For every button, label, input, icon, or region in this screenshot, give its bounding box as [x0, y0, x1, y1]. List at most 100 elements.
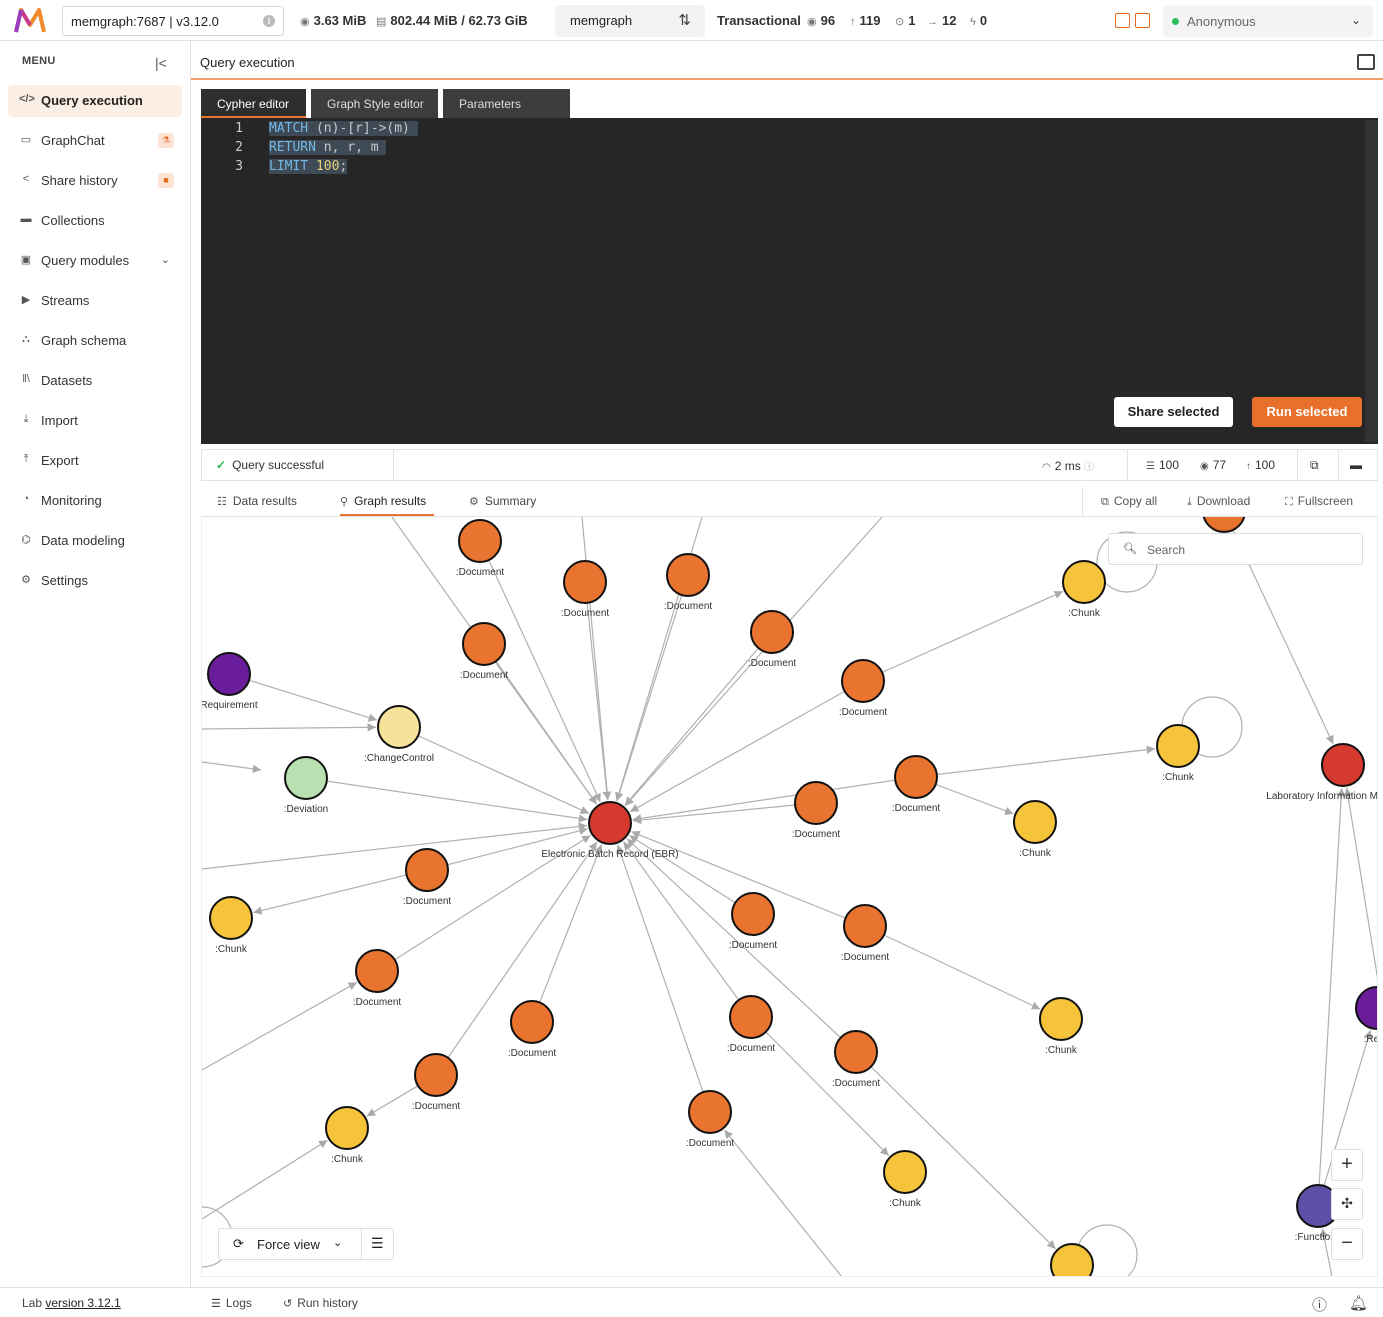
- graph-node[interactable]: :Document: [412, 1053, 461, 1112]
- graph-node[interactable]: :Document: [841, 904, 890, 963]
- node-circle[interactable]: [355, 949, 399, 993]
- tab-graph-style-editor[interactable]: Graph Style editor: [311, 89, 438, 118]
- copy-icon[interactable]: ⧉: [1310, 458, 1319, 473]
- sidebar-item-query-modules[interactable]: ▣ Query modules ⌄: [8, 245, 182, 277]
- graph-node[interactable]: :Chunk: [1156, 724, 1200, 783]
- node-circle[interactable]: [688, 1090, 732, 1134]
- memgraph-logo[interactable]: [13, 7, 47, 34]
- node-circle[interactable]: [563, 560, 607, 604]
- node-circle[interactable]: [894, 755, 938, 799]
- graph-edge[interactable]: [398, 726, 590, 815]
- view-mode-selector[interactable]: ⟳ Force view ⌄ ☰: [218, 1228, 394, 1260]
- graph-edge[interactable]: [202, 822, 588, 870]
- maximize-icon[interactable]: [1357, 54, 1375, 70]
- graph-node[interactable]: :Requ: [1355, 986, 1378, 1045]
- graph-edge[interactable]: [623, 841, 752, 1018]
- folder-icon[interactable]: ▬: [1350, 458, 1362, 472]
- graph-node[interactable]: Electronic Batch Record (EBR): [541, 801, 679, 860]
- graph-edge[interactable]: [1317, 787, 1346, 1207]
- node-circle[interactable]: [1062, 560, 1106, 604]
- editor-scrollbar[interactable]: [1365, 120, 1378, 442]
- graph-edge[interactable]: [632, 776, 917, 823]
- version-link[interactable]: version 3.12.1: [45, 1296, 120, 1310]
- graph-node[interactable]: :Document: [748, 610, 797, 669]
- graph-node[interactable]: :Chunk: [883, 1150, 927, 1209]
- graph-node[interactable]: :Document: [664, 553, 713, 612]
- sidebar-item-export[interactable]: ⤒ Export: [8, 445, 182, 477]
- node-circle[interactable]: [458, 519, 502, 563]
- run-history-button[interactable]: ↺ Run history: [283, 1296, 358, 1310]
- graph-node[interactable]: :Chunk: [1039, 997, 1083, 1056]
- graph-edge[interactable]: [915, 745, 1156, 778]
- graph-node[interactable]: :Chunk: [1013, 800, 1057, 859]
- node-circle[interactable]: [843, 904, 887, 948]
- cypher-editor[interactable]: 1 2 3 MATCH (n)-[r]->(m) RETURN n, r, m …: [201, 118, 1378, 444]
- node-circle[interactable]: [666, 553, 710, 597]
- node-circle[interactable]: [883, 1150, 927, 1194]
- graph-node[interactable]: :Document: [508, 1000, 557, 1059]
- node-circle[interactable]: [1202, 517, 1246, 533]
- node-circle[interactable]: [209, 896, 253, 940]
- graph-node[interactable]: :ChangeControl: [364, 705, 434, 764]
- node-circle[interactable]: [588, 801, 632, 845]
- graph-edge[interactable]: [864, 925, 1041, 1010]
- graph-node[interactable]: [1202, 517, 1246, 533]
- node-circle[interactable]: [207, 652, 251, 696]
- sidebar-item-collections[interactable]: ▬ Collections: [8, 205, 182, 237]
- graph-node[interactable]: :Document: [839, 659, 888, 718]
- graph-node[interactable]: :Document: [561, 560, 610, 619]
- graph-node[interactable]: :Document: [792, 781, 841, 840]
- graph-edge[interactable]: [581, 517, 612, 801]
- node-circle[interactable]: [731, 892, 775, 936]
- share-selected-button[interactable]: Share selected: [1114, 397, 1233, 427]
- graph-svg[interactable]: Electronic Batch Record (EBR) :Document :D…: [202, 517, 1378, 1277]
- node-circle[interactable]: [1156, 724, 1200, 768]
- bell-icon[interactable]: 🔔︎: [1349, 1294, 1368, 1312]
- sidebar-item-streams[interactable]: ▶ Streams: [8, 285, 182, 317]
- zoom-in-button[interactable]: +: [1331, 1149, 1363, 1181]
- node-circle[interactable]: [405, 848, 449, 892]
- graph-node[interactable]: Laboratory Information Manageme: [1266, 743, 1378, 802]
- node-circle[interactable]: [750, 610, 794, 654]
- graph-canvas[interactable]: Electronic Batch Record (EBR) :Document :D…: [201, 517, 1378, 1277]
- download-button[interactable]: ⤓ Download: [1187, 494, 1250, 509]
- node-circle[interactable]: [325, 1106, 369, 1150]
- graph-edge[interactable]: [723, 1129, 842, 1277]
- fit-view-button[interactable]: ✣: [1331, 1188, 1363, 1220]
- node-circle[interactable]: [1039, 997, 1083, 1041]
- layout-vertical-icon[interactable]: [1115, 13, 1130, 28]
- sidebar-item-data-modeling[interactable]: ⌬ Data modeling: [8, 525, 182, 557]
- graph-node[interactable]: Requirement: [202, 652, 258, 711]
- graph-edge[interactable]: [616, 844, 711, 1113]
- run-selected-button[interactable]: Run selected: [1252, 397, 1362, 427]
- graph-edge[interactable]: [202, 981, 358, 1071]
- graph-edge[interactable]: [1343, 787, 1378, 987]
- info-icon[interactable]: i: [263, 15, 275, 27]
- help-icon[interactable]: ⓘ: [1312, 1294, 1327, 1315]
- layout-horizontal-icon[interactable]: [1135, 13, 1150, 28]
- graph-node[interactable]: :Chunk: [209, 896, 253, 955]
- node-circle[interactable]: [729, 995, 773, 1039]
- logs-button[interactable]: ☰ Logs: [211, 1296, 252, 1310]
- tab-cypher-editor[interactable]: Cypher editor: [201, 89, 306, 118]
- graph-node[interactable]: :Chunk: [1062, 560, 1106, 619]
- sidebar-item-graph-schema[interactable]: ⛬ Graph schema: [8, 325, 182, 357]
- graph-edge[interactable]: [253, 869, 428, 915]
- graph-edge[interactable]: [862, 590, 1064, 682]
- graph-node[interactable]: :Document: [686, 1090, 735, 1149]
- sidebar-item-settings[interactable]: ⚙ Settings: [8, 565, 182, 597]
- graph-node[interactable]: :Document: [832, 1030, 881, 1089]
- node-circle[interactable]: [510, 1000, 554, 1044]
- graph-edge[interactable]: [202, 1139, 328, 1220]
- database-selector[interactable]: memgraph ⇅: [555, 5, 705, 37]
- copy-all-button[interactable]: ⧉ Copy all: [1101, 494, 1157, 509]
- sidebar-item-share-history[interactable]: < Share history ■: [8, 165, 182, 197]
- code-lines[interactable]: MATCH (n)-[r]->(m) RETURN n, r, m LIMIT …: [269, 121, 418, 178]
- graph-node[interactable]: :Document: [456, 519, 505, 578]
- graph-node[interactable]: :Document: [403, 848, 452, 907]
- node-circle[interactable]: [284, 756, 328, 800]
- sidebar-item-query-execution[interactable]: </> Query execution: [8, 85, 182, 117]
- sidebar-item-import[interactable]: ⤓ Import: [8, 405, 182, 437]
- sliders-icon[interactable]: ☰: [371, 1235, 384, 1252]
- node-circle[interactable]: [414, 1053, 458, 1097]
